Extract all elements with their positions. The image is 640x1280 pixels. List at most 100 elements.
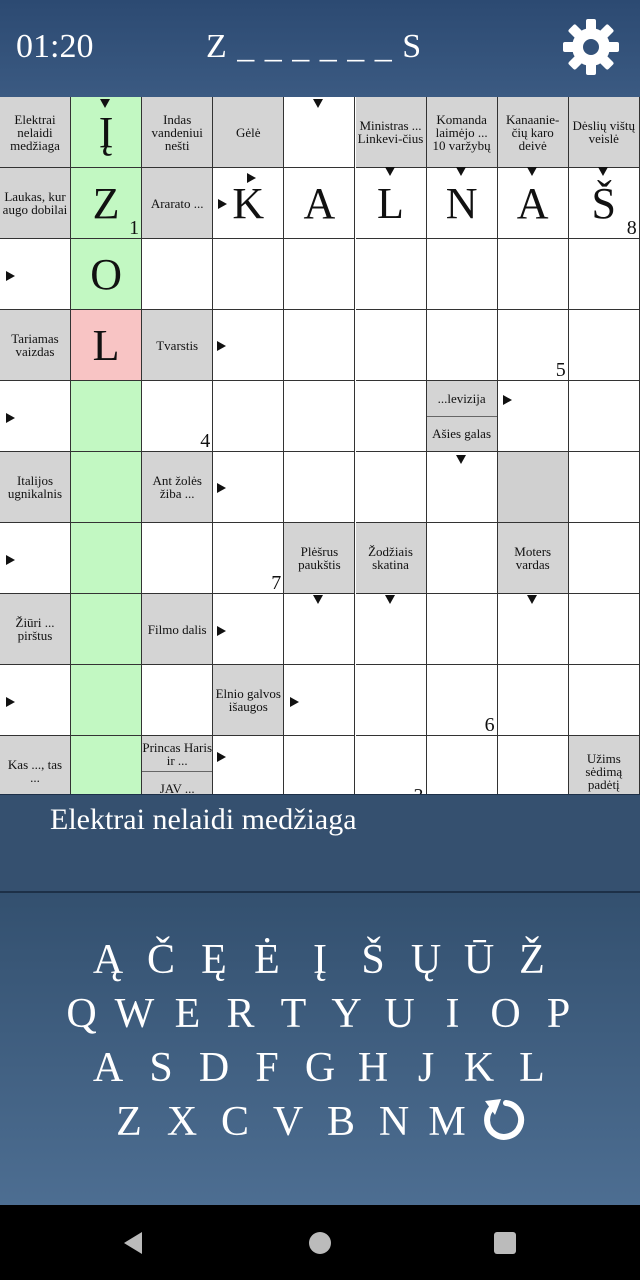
grid-cell[interactable] <box>284 736 356 794</box>
grid-cell[interactable] <box>568 594 640 665</box>
key-Ą[interactable]: Ą <box>82 933 135 987</box>
key-C[interactable]: C <box>209 1095 262 1149</box>
grid-cell[interactable] <box>71 736 143 794</box>
grid-cell[interactable]: 7 <box>213 523 285 594</box>
key-V[interactable]: V <box>262 1095 315 1149</box>
key-Q[interactable]: Q <box>55 987 108 1041</box>
grid-cell[interactable]: L <box>355 168 427 239</box>
grid-cell[interactable]: A <box>284 168 356 239</box>
grid-cell[interactable]: A <box>497 168 569 239</box>
key-M[interactable]: M <box>421 1095 474 1149</box>
undo-icon[interactable] <box>474 1095 538 1149</box>
keyboard-row-2: QWERTYUIOP <box>0 987 640 1041</box>
grid-cell[interactable]: Z1 <box>71 168 143 239</box>
grid-cell[interactable] <box>355 452 427 523</box>
key-Ū[interactable]: Ū <box>453 933 506 987</box>
key-H[interactable]: H <box>347 1041 400 1095</box>
grid-cell[interactable] <box>426 594 498 665</box>
key-Š[interactable]: Š <box>347 933 400 987</box>
grid-cell[interactable] <box>497 452 569 523</box>
grid-cell[interactable]: 5 <box>497 310 569 381</box>
grid-cell[interactable]: 4 <box>142 381 214 452</box>
key-B[interactable]: B <box>315 1095 368 1149</box>
grid-cell[interactable] <box>284 239 356 310</box>
grid-cell[interactable] <box>568 452 640 523</box>
grid-cell[interactable] <box>426 310 498 381</box>
grid-cell[interactable]: N <box>426 168 498 239</box>
key-W[interactable]: W <box>108 987 161 1041</box>
grid-cell[interactable] <box>568 381 640 452</box>
key-P[interactable]: P <box>532 987 585 1041</box>
grid-cell[interactable] <box>568 310 640 381</box>
key-T[interactable]: T <box>267 987 320 1041</box>
key-Y[interactable]: Y <box>320 987 373 1041</box>
grid-cell[interactable] <box>213 381 285 452</box>
grid-cell[interactable] <box>568 665 640 736</box>
key-U[interactable]: U <box>373 987 426 1041</box>
gear-icon[interactable] <box>562 18 620 76</box>
grid-cell[interactable] <box>213 239 285 310</box>
grid-cell[interactable]: 3 <box>355 736 427 794</box>
key-Ė[interactable]: Ė <box>241 933 294 987</box>
grid-cell[interactable] <box>284 452 356 523</box>
grid-cell[interactable] <box>142 239 214 310</box>
key-Ę[interactable]: Ę <box>188 933 241 987</box>
grid-cell[interactable] <box>71 665 143 736</box>
key-R[interactable]: R <box>214 987 267 1041</box>
key-X[interactable]: X <box>156 1095 209 1149</box>
key-F[interactable]: F <box>241 1041 294 1095</box>
grid-cell[interactable] <box>497 594 569 665</box>
grid-cell[interactable] <box>355 594 427 665</box>
grid-cell[interactable]: L <box>71 310 143 381</box>
grid-cell[interactable] <box>355 665 427 736</box>
key-I[interactable]: I <box>426 987 479 1041</box>
grid-cell[interactable] <box>355 310 427 381</box>
grid-cell[interactable] <box>284 381 356 452</box>
grid-cell[interactable] <box>568 239 640 310</box>
key-S[interactable]: S <box>135 1041 188 1095</box>
grid-cell[interactable]: 6 <box>426 665 498 736</box>
grid-cell[interactable] <box>71 381 143 452</box>
grid-cell[interactable] <box>426 239 498 310</box>
grid-cell[interactable] <box>284 310 356 381</box>
grid-cell[interactable] <box>568 523 640 594</box>
grid-cell[interactable] <box>142 523 214 594</box>
grid-cell[interactable] <box>355 381 427 452</box>
clue-text: Gėlė <box>236 124 261 140</box>
grid-cell[interactable] <box>142 665 214 736</box>
back-icon[interactable] <box>120 1230 146 1256</box>
grid-cell[interactable] <box>497 736 569 794</box>
key-Į[interactable]: Į <box>294 933 347 987</box>
grid-cell[interactable] <box>71 594 143 665</box>
grid-cell[interactable] <box>284 594 356 665</box>
key-L[interactable]: L <box>506 1041 559 1095</box>
grid-cell[interactable] <box>426 523 498 594</box>
key-Č[interactable]: Č <box>135 933 188 987</box>
home-icon[interactable] <box>307 1230 333 1256</box>
grid-cell[interactable] <box>497 381 569 452</box>
key-A[interactable]: A <box>82 1041 135 1095</box>
grid-cell[interactable] <box>355 239 427 310</box>
key-J[interactable]: J <box>400 1041 453 1095</box>
key-Z[interactable]: Z <box>103 1095 156 1149</box>
key-Ž[interactable]: Ž <box>506 933 559 987</box>
key-K[interactable]: K <box>453 1041 506 1095</box>
grid-cell[interactable] <box>426 736 498 794</box>
key-N[interactable]: N <box>368 1095 421 1149</box>
clue-text: Dėslių vištų veislė <box>572 118 636 146</box>
key-G[interactable]: G <box>294 1041 347 1095</box>
grid-cell[interactable]: Š8 <box>568 168 640 239</box>
grid-cell[interactable] <box>71 452 143 523</box>
key-E[interactable]: E <box>161 987 214 1041</box>
grid-cell[interactable] <box>71 523 143 594</box>
grid-cell[interactable] <box>497 665 569 736</box>
key-D[interactable]: D <box>188 1041 241 1095</box>
grid-cell[interactable]: O <box>71 239 143 310</box>
grid-cell[interactable] <box>497 239 569 310</box>
grid-cell[interactable] <box>213 736 285 794</box>
key-Ų[interactable]: Ų <box>400 933 453 987</box>
keyboard: ĄČĘĖĮŠŲŪŽ QWERTYUIOP ASDFGHJKL ZXCVBNM <box>0 891 640 1207</box>
recents-icon[interactable] <box>492 1230 518 1256</box>
keyboard-row-3: ASDFGHJKL <box>0 1041 640 1095</box>
key-O[interactable]: O <box>479 987 532 1041</box>
